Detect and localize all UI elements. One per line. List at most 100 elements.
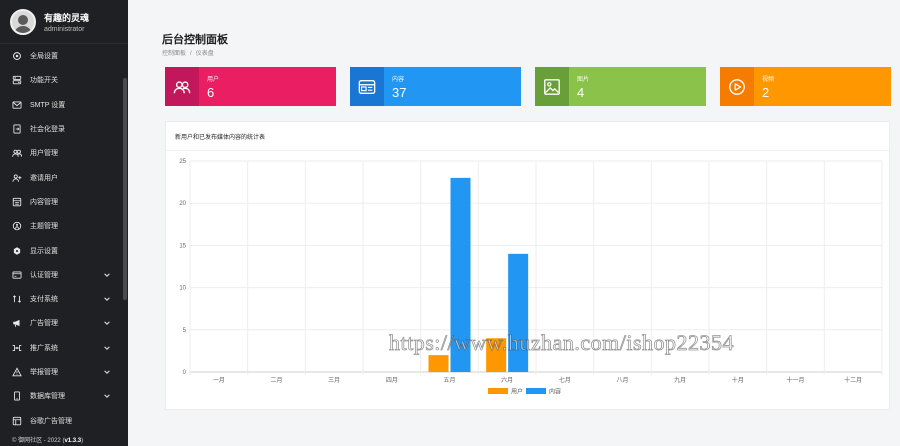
x-tick-label: 十月	[732, 376, 744, 384]
watermark-text: https://www.huzhan.com/ishop22354	[389, 330, 735, 356]
sidebar-item-certificate[interactable]: 认证管理	[0, 263, 128, 287]
sidebar-item-google-ads[interactable]: 谷歌广告管理	[0, 408, 128, 432]
stat-card-value: 6	[207, 84, 215, 100]
sidebar-item-label: 主题管理	[30, 223, 58, 231]
sidebar-item-label: 数据库管理	[30, 393, 65, 401]
play-icon	[720, 67, 754, 106]
warning-icon	[12, 367, 22, 377]
sidebar-item-users[interactable]: 用户管理	[0, 141, 128, 165]
page-title: 后台控制面板	[162, 34, 228, 46]
chevron-down-icon	[103, 295, 111, 303]
sidebar-item-database[interactable]: 数据库管理	[0, 384, 128, 408]
footer-version: v1.3.3	[64, 438, 82, 444]
bar-用户	[428, 355, 449, 372]
sidebar-item-promotion[interactable]: 推广系统	[0, 336, 128, 360]
main-content: 后台控制面板 控制面板 / 仪表盘 用户 6 内容 37 图片 4 视频 2 新用户和已发布媒体内…	[128, 0, 900, 446]
sidebar-item-mail[interactable]: SMTP 设置	[0, 93, 128, 117]
sidebar-item-label: 用户管理	[30, 150, 58, 158]
display-icon	[12, 246, 22, 256]
sidebar-item-label: 推广系统	[30, 344, 58, 352]
sidebar-item-label: 显示设置	[30, 247, 58, 255]
payment-icon	[12, 294, 22, 304]
x-tick-label: 七月	[559, 376, 571, 384]
x-tick-label: 八月	[616, 377, 628, 384]
chart-panel: 新用户和已发布媒体内容的统计表 0 5 10 15 20 25 一月 二月 三月 四月 五月 六月 七月…	[165, 121, 890, 410]
user-plus-icon	[12, 173, 22, 183]
sidebar-item-warning[interactable]: 举报管理	[0, 360, 128, 384]
sidebar-item-label: 广告管理	[30, 320, 58, 328]
sidebar-item-megaphone[interactable]: 广告管理	[0, 311, 128, 335]
stat-card-value: 4	[577, 84, 585, 100]
legend-label: 用户	[511, 388, 523, 396]
sidebar-item-label: 谷歌广告管理	[30, 417, 72, 425]
user-role: administrator	[44, 25, 85, 33]
y-tick-label: 0	[183, 370, 187, 376]
sidebar: 有趣的灵魂 administrator 全局设置功能开关 SMTP 设置社会化登录…	[0, 0, 128, 446]
stat-card-label: 用户	[207, 76, 220, 83]
stat-card-users[interactable]: 用户 6	[165, 67, 336, 106]
content-card-icon	[350, 67, 384, 106]
sidebar-item-toggle[interactable]: 功能开关	[0, 68, 128, 92]
chevron-down-icon	[103, 319, 111, 327]
mail-icon	[12, 100, 22, 110]
stat-card-content-card[interactable]: 内容 37	[350, 67, 521, 106]
stat-card-image[interactable]: 图片 4	[535, 67, 706, 106]
sidebar-item-label: 功能开关	[30, 77, 58, 85]
sidebar-item-login[interactable]: 社会化登录	[0, 117, 128, 141]
image-icon	[535, 67, 569, 106]
google-ads-icon	[12, 416, 22, 426]
y-tick-label: 25	[179, 159, 186, 165]
footer-copyright: © 御网社区 - 2022	[12, 438, 61, 444]
stat-card-label: 图片	[577, 76, 590, 83]
legend-swatch	[526, 388, 546, 394]
stat-card-play[interactable]: 视频 2	[720, 67, 891, 106]
sidebar-item-label: 内容管理	[30, 198, 58, 206]
sidebar-item-content[interactable]: 内容管理	[0, 190, 128, 214]
sidebar-item-label: SMTP 设置	[30, 101, 66, 109]
sidebar-item-theme[interactable]: 主题管理	[0, 214, 128, 238]
app-name: 有趣的灵魂	[44, 12, 90, 23]
sidebar-item-payment[interactable]: 支付系统	[0, 287, 128, 311]
gear-icon	[12, 51, 22, 61]
theme-icon	[12, 221, 22, 231]
users-icon	[165, 67, 199, 106]
x-tick-label: 一月	[213, 377, 225, 384]
breadcrumb-item-dashboard: 仪表盘	[195, 51, 214, 57]
y-tick-label: 10	[179, 286, 186, 292]
certificate-icon	[12, 270, 22, 280]
stat-card-label: 视频	[762, 76, 775, 83]
content-icon	[12, 197, 22, 207]
avatar	[10, 8, 36, 35]
sidebar-menu: 全局设置功能开关 SMTP 设置社会化登录用户管理邀请用户内容管理主题管理显示设置…	[0, 44, 128, 433]
sidebar-item-label: 认证管理	[30, 271, 58, 279]
sidebar-item-label: 支付系统	[30, 296, 58, 304]
breadcrumb: 控制面板 / 仪表盘	[162, 51, 214, 57]
promotion-icon	[12, 343, 22, 353]
toggle-icon	[12, 75, 22, 85]
sidebar-item-user-plus[interactable]: 邀请用户	[0, 165, 128, 189]
chevron-down-icon	[103, 344, 111, 352]
x-tick-label: 六月	[501, 376, 513, 384]
sidebar-item-label: 邀请用户	[30, 174, 58, 182]
y-tick-label: 20	[179, 201, 186, 207]
megaphone-icon	[12, 318, 22, 328]
sidebar-item-label: 举报管理	[30, 369, 58, 376]
breadcrumb-item-dashboard-panel[interactable]: 控制面板	[162, 51, 186, 57]
sidebar-scrollbar[interactable]	[123, 78, 127, 300]
x-tick-label: 二月	[270, 377, 282, 384]
x-tick-label: 四月	[386, 377, 398, 384]
chevron-down-icon	[103, 271, 111, 279]
users-icon	[12, 148, 22, 158]
sidebar-item-display[interactable]: 显示设置	[0, 238, 128, 262]
brand[interactable]: 有趣的灵魂 administrator	[0, 0, 128, 44]
y-tick-label: 5	[183, 328, 187, 334]
x-tick-label: 十二月	[844, 376, 862, 384]
chevron-down-icon	[103, 368, 111, 376]
legend-label: 内容	[549, 388, 561, 396]
x-tick-label: 三月	[328, 377, 340, 384]
stat-card-value: 37	[392, 84, 407, 100]
sidebar-item-gear[interactable]: 全局设置	[0, 44, 128, 68]
x-tick-label: 九月	[674, 376, 686, 384]
sidebar-item-label: 全局设置	[30, 53, 58, 61]
y-tick-label: 15	[179, 243, 186, 249]
